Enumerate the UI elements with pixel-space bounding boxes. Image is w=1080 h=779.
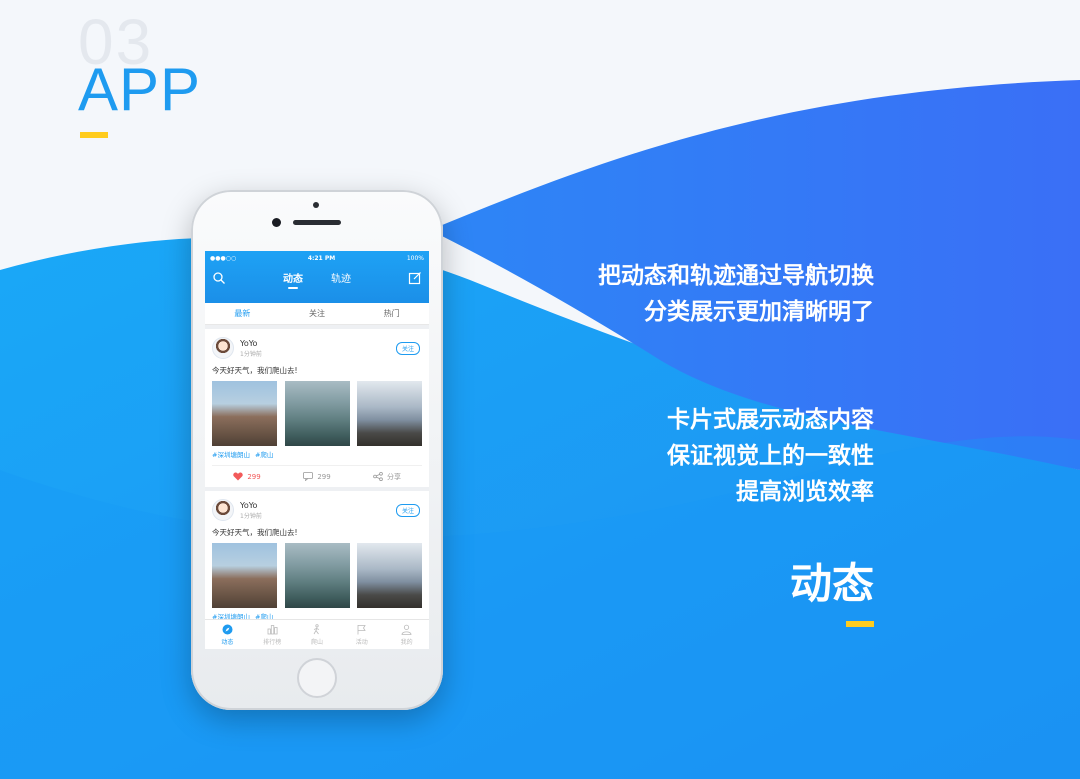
heart-icon xyxy=(233,472,244,481)
post-tags: #深圳塘朗山 #爬山 xyxy=(212,449,422,461)
share-button[interactable]: 分享 xyxy=(352,472,422,482)
subtab-latest[interactable]: 最新 xyxy=(205,308,280,319)
post-images xyxy=(212,381,422,446)
status-bar: ●●●○○ 4:21 PM 100% xyxy=(205,251,429,266)
post-image[interactable] xyxy=(357,543,422,608)
avatar[interactable] xyxy=(212,499,234,521)
user-icon xyxy=(401,624,412,635)
feature-line: 卡片式展示动态内容 xyxy=(667,407,874,433)
post-image[interactable] xyxy=(212,381,277,446)
share-label: 分享 xyxy=(387,472,401,481)
post-header: YoYo 1分钟前 xyxy=(212,335,422,361)
speaker-grille xyxy=(293,220,341,225)
tab-track[interactable]: 轨迹 xyxy=(331,270,351,285)
feature-title-underline xyxy=(846,621,874,627)
phone-mockup: ●●●○○ 4:21 PM 100% 动态 轨迹 最新 关注 热门 YoYo 1… xyxy=(191,190,443,710)
edit-icon[interactable] xyxy=(408,271,422,285)
tabbar-item-ranking[interactable]: 排行榜 xyxy=(250,620,295,649)
comment-icon xyxy=(303,472,314,481)
follow-button[interactable]: 关注 xyxy=(395,342,420,355)
tag-link[interactable]: #爬山 xyxy=(255,451,273,459)
post-image[interactable] xyxy=(284,543,350,608)
hiker-icon xyxy=(314,623,320,634)
app-header: ●●●○○ 4:21 PM 100% 动态 轨迹 xyxy=(205,251,429,303)
subtab-following[interactable]: 关注 xyxy=(280,308,355,319)
tabbar-item-climb[interactable]: 爬山 xyxy=(295,620,340,649)
post-time: 1分钟前 xyxy=(240,350,262,358)
avatar[interactable] xyxy=(212,337,234,359)
phone-screen: ●●●○○ 4:21 PM 100% 动态 轨迹 最新 关注 热门 YoYo 1… xyxy=(205,251,429,649)
search-icon[interactable] xyxy=(212,271,226,285)
share-icon xyxy=(373,472,383,481)
carrier-signal: ●●●○○ xyxy=(210,255,237,262)
feature-line: 保证视觉上的一致性 xyxy=(667,443,874,469)
tab-dynamic[interactable]: 动态 xyxy=(283,270,303,289)
post-image[interactable] xyxy=(357,381,422,446)
feature-paragraph-2: 卡片式展示动态内容 保证视觉上的一致性 提高浏览效率 xyxy=(667,402,874,510)
tabbar-label: 排行榜 xyxy=(263,638,282,646)
comment-count: 299 xyxy=(317,472,331,481)
post-header: YoYo 1分钟前 xyxy=(212,497,422,523)
flag-icon xyxy=(357,624,366,634)
comment-button[interactable]: 299 xyxy=(282,472,352,481)
tabbar-label: 我的 xyxy=(400,638,413,646)
feature-line: 分类展示更加清晰明了 xyxy=(644,299,874,325)
username[interactable]: YoYo xyxy=(240,501,262,510)
ranking-icon xyxy=(267,624,278,634)
front-camera xyxy=(272,218,281,227)
like-count: 299 xyxy=(247,472,261,481)
top-nav: 动态 轨迹 xyxy=(205,266,429,289)
battery-level: 100% xyxy=(406,255,424,262)
post-image[interactable] xyxy=(212,543,277,608)
tabbar-item-dynamic[interactable]: 动态 xyxy=(205,620,250,649)
tabbar-item-mine[interactable]: 我的 xyxy=(384,620,429,649)
status-time: 4:21 PM xyxy=(307,255,336,262)
post-images xyxy=(212,543,422,608)
tabbar-label: 动态 xyxy=(221,638,234,646)
like-button[interactable]: 299 xyxy=(212,472,282,481)
tag-link[interactable]: #深圳塘朗山 xyxy=(212,451,250,459)
home-button xyxy=(297,658,337,698)
post-card[interactable]: YoYo 1分钟前 关注 今天好天气，我们爬山去! #深圳塘朗山 #爬山 xyxy=(205,491,429,623)
follow-button[interactable]: 关注 xyxy=(395,504,420,517)
section-title: APP xyxy=(78,56,202,123)
camera-dot xyxy=(313,202,319,208)
post-image[interactable] xyxy=(284,381,350,446)
post-text: 今天好天气，我们爬山去! xyxy=(212,528,298,537)
tabbar-label: 爬山 xyxy=(310,638,323,646)
post-card[interactable]: YoYo 1分钟前 关注 今天好天气，我们爬山去! #深圳塘朗山 #爬山 299… xyxy=(205,329,429,487)
tabbar-item-activity[interactable]: 活动 xyxy=(339,620,384,649)
title-underline xyxy=(80,132,108,138)
sub-tabs: 最新 关注 热门 xyxy=(205,303,429,325)
feature-line: 把动态和轨迹通过导航切换 xyxy=(598,263,874,289)
post-actions: 299 299 分享 xyxy=(212,465,422,487)
feature-line: 提高浏览效率 xyxy=(736,479,874,505)
feature-paragraph-1: 把动态和轨迹通过导航切换 分类展示更加清晰明了 xyxy=(598,258,874,330)
bottom-tab-bar: 动态 排行榜 爬山 活动 我的 xyxy=(205,619,429,649)
user-info: YoYo 1分钟前 xyxy=(240,339,262,358)
username[interactable]: YoYo xyxy=(240,339,262,348)
feature-title: 动态 xyxy=(789,559,874,608)
subtab-hot[interactable]: 热门 xyxy=(354,308,429,319)
tabbar-label: 活动 xyxy=(355,638,368,646)
post-text: 今天好天气，我们爬山去! xyxy=(212,366,298,375)
compass-icon xyxy=(222,624,233,634)
post-time: 1分钟前 xyxy=(240,512,262,520)
user-info: YoYo 1分钟前 xyxy=(240,501,262,520)
